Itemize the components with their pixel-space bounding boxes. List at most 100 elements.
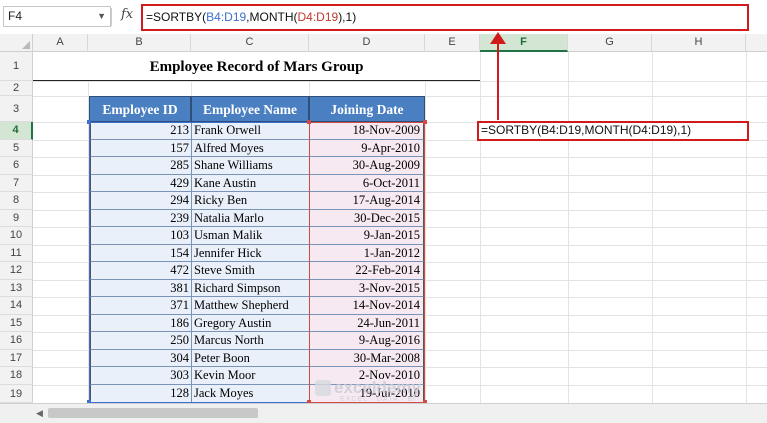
cell-employee-name[interactable]: Kevin Moor [191, 367, 309, 385]
cell-employee-id[interactable]: 472 [90, 262, 191, 280]
cell-employee-id[interactable]: 128 [90, 384, 191, 403]
cell-employee-name[interactable]: Usman Malik [191, 227, 309, 245]
select-all-corner[interactable] [0, 34, 33, 52]
formula-ref-range: B4:D19 [206, 10, 247, 24]
function-icon[interactable]: fx [121, 7, 133, 22]
cell-employee-id[interactable]: 213 [90, 122, 191, 140]
cell-employee-name[interactable]: Peter Boon [191, 349, 309, 367]
cell-employee-name[interactable]: Kane Austin [191, 174, 309, 192]
row-header-16[interactable]: 16 [0, 332, 33, 350]
cell-joining-date[interactable]: 6-Oct-2011 [309, 174, 424, 192]
cell-employee-id[interactable]: 239 [90, 209, 191, 227]
horizontal-scrollbar[interactable]: ◀ [0, 403, 767, 423]
row-header-19[interactable]: 19 [0, 384, 33, 403]
cell-joining-date[interactable]: 1-Jan-2012 [309, 244, 424, 262]
range-handle-icon[interactable] [423, 120, 427, 124]
chevron-down-icon[interactable]: ▼ [97, 7, 106, 26]
cell-joining-date[interactable]: 3-Nov-2015 [309, 279, 424, 297]
sheet-title[interactable]: Employee Record of Mars Group [33, 52, 480, 81]
cell-employee-name[interactable]: Natalia Marlo [191, 209, 309, 227]
select-all-icon [22, 41, 30, 49]
row-header-14[interactable]: 14 [0, 297, 33, 315]
cell-employee-name[interactable]: Shane Williams [191, 157, 309, 175]
cell-employee-id[interactable]: 250 [90, 332, 191, 350]
row-header-8[interactable]: 8 [0, 192, 33, 210]
cell-employee-name[interactable]: Jennifer Hick [191, 244, 309, 262]
row-header-7[interactable]: 7 [0, 174, 33, 192]
cell-joining-date[interactable]: 24-Jun-2011 [309, 314, 424, 332]
row-header-18[interactable]: 18 [0, 367, 33, 385]
cell-employee-id[interactable]: 381 [90, 279, 191, 297]
active-cell-f4[interactable]: =SORTBY(B4:D19,MONTH(D4:D19),1) [477, 121, 749, 141]
column-header-overflow [746, 34, 767, 52]
cell-employee-name[interactable]: Steve Smith [191, 262, 309, 280]
cell-employee-id[interactable]: 103 [90, 227, 191, 245]
row-header-15[interactable]: 15 [0, 314, 33, 332]
cell-joining-date[interactable]: 9-Jan-2015 [309, 227, 424, 245]
cell-employee-name[interactable]: Ricky Ben [191, 192, 309, 210]
formula-part-month: ,MONTH( [246, 10, 298, 24]
scroll-thumb[interactable] [48, 408, 258, 418]
cell-joining-date[interactable]: 18-Nov-2009 [309, 122, 424, 140]
formula-bar: F4 ▼ fx =SORTBY(B4:D19,MONTH(D4:D19),1) [0, 0, 767, 35]
row-header-12[interactable]: 12 [0, 262, 33, 280]
row-header-17[interactable]: 17 [0, 349, 33, 367]
column-header-g[interactable]: G [568, 34, 652, 52]
column-header-h[interactable]: H [652, 34, 746, 52]
row-header-4[interactable]: 4 [0, 122, 33, 140]
header-employee-name[interactable]: Employee Name [191, 96, 309, 122]
cell-employee-name[interactable]: Marcus North [191, 332, 309, 350]
row-header-3[interactable]: 3 [0, 96, 33, 122]
column-header-b[interactable]: B [88, 34, 191, 52]
formula-part-close: ),1) [338, 10, 357, 24]
row-header-9[interactable]: 9 [0, 209, 33, 227]
name-box-value: F4 [8, 9, 23, 23]
cell-joining-date[interactable]: 22-Feb-2014 [309, 262, 424, 280]
cell-employee-id[interactable]: 304 [90, 349, 191, 367]
cell-joining-date[interactable]: 9-Aug-2016 [309, 332, 424, 350]
watermark-brand: exceldemy [334, 378, 421, 397]
cell-employee-name[interactable]: Matthew Shepherd [191, 297, 309, 315]
cell-employee-id[interactable]: 303 [90, 367, 191, 385]
row-header-13[interactable]: 13 [0, 279, 33, 297]
cell-employee-id[interactable]: 186 [90, 314, 191, 332]
cell-employee-id[interactable]: 294 [90, 192, 191, 210]
row-header-1[interactable]: 1 [0, 52, 33, 81]
row-header-6[interactable]: 6 [0, 157, 33, 175]
cell-employee-name[interactable]: Frank Orwell [191, 122, 309, 140]
cell-employee-id[interactable]: 157 [90, 139, 191, 157]
cell-employee-name[interactable]: Richard Simpson [191, 279, 309, 297]
column-header-d[interactable]: D [309, 34, 425, 52]
cell-employee-name[interactable]: Alfred Moyes [191, 139, 309, 157]
cell-employee-id[interactable]: 285 [90, 157, 191, 175]
scroll-left-icon[interactable]: ◀ [36, 408, 43, 419]
column-header-a[interactable]: A [33, 34, 88, 52]
formula-input[interactable]: =SORTBY(B4:D19,MONTH(D4:D19),1) [141, 4, 749, 31]
row-header-2[interactable]: 2 [0, 81, 33, 96]
arrow-up-icon [490, 32, 506, 44]
cell-joining-date[interactable]: 30-Dec-2015 [309, 209, 424, 227]
cell-joining-date[interactable]: 9-Apr-2010 [309, 139, 424, 157]
cell-joining-date[interactable]: 30-Aug-2009 [309, 157, 424, 175]
cell-employee-name[interactable]: Jack Moyes [191, 384, 309, 403]
annotation-arrow [497, 36, 499, 120]
range-handle-icon[interactable] [87, 120, 91, 124]
column-header-c[interactable]: C [191, 34, 309, 52]
formula-bar-separator [111, 8, 112, 26]
cell-joining-date[interactable]: 14-Nov-2014 [309, 297, 424, 315]
cell-employee-id[interactable]: 154 [90, 244, 191, 262]
cell-employee-id[interactable]: 429 [90, 174, 191, 192]
cell-employee-name[interactable]: Gregory Austin [191, 314, 309, 332]
row-header-10[interactable]: 10 [0, 227, 33, 245]
header-employee-id[interactable]: Employee ID [89, 96, 191, 122]
range-handle-icon[interactable] [307, 120, 311, 124]
cell-employee-id[interactable]: 371 [90, 297, 191, 315]
watermark-logo-icon [315, 380, 331, 396]
name-box[interactable]: F4 ▼ [3, 6, 111, 27]
cell-joining-date[interactable]: 17-Aug-2014 [309, 192, 424, 210]
column-header-e[interactable]: E [425, 34, 480, 52]
row-header-11[interactable]: 11 [0, 244, 33, 262]
header-joining-date[interactable]: Joining Date [309, 96, 425, 122]
row-header-5[interactable]: 5 [0, 139, 33, 157]
cell-joining-date[interactable]: 30-Mar-2008 [309, 349, 424, 367]
